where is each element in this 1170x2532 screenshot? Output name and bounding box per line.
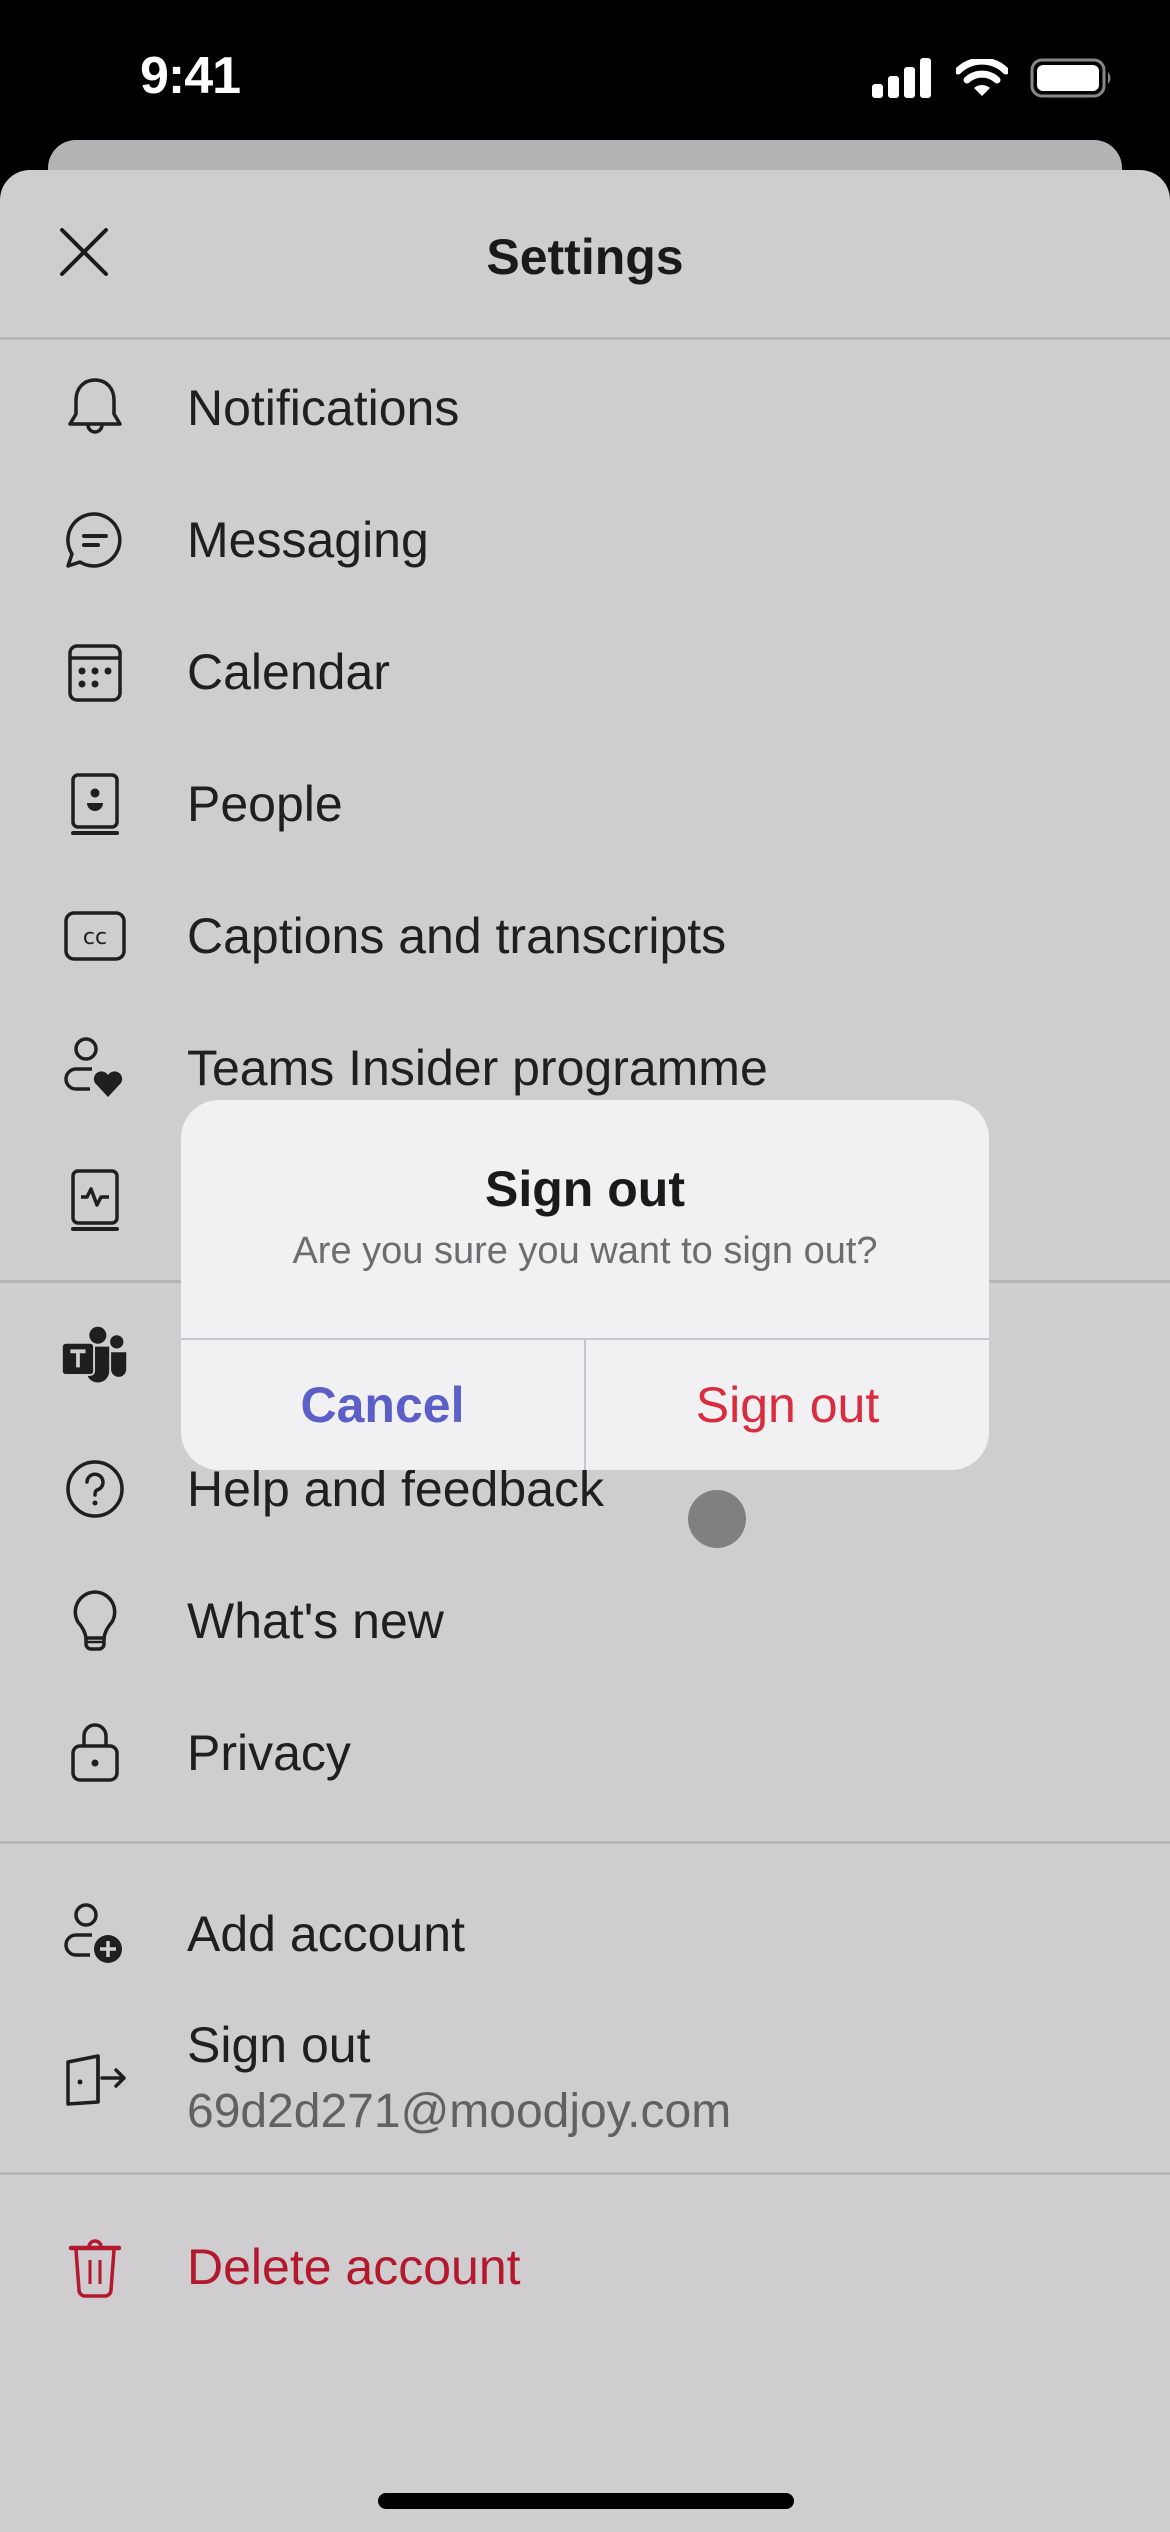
settings-item-delete-account[interactable]: Delete account	[0, 2201, 1170, 2333]
status-bar: 9:41	[0, 0, 1170, 140]
svg-text:cc: cc	[83, 925, 107, 950]
settings-item-label: Privacy	[187, 1725, 351, 1781]
settings-item-whats-new[interactable]: What's new	[0, 1555, 1170, 1687]
calendar-icon	[60, 637, 130, 707]
status-icons	[872, 58, 1114, 98]
contact-book-icon	[60, 769, 130, 839]
person-heart-icon	[60, 1033, 130, 1103]
diagnostics-book-icon	[60, 1165, 130, 1235]
home-indicator[interactable]	[378, 2493, 794, 2509]
settings-item-people[interactable]: People	[0, 738, 1170, 870]
settings-item-label: Messaging	[187, 512, 429, 568]
teams-logo-icon	[60, 1322, 130, 1392]
settings-section-accounts: Add account Sign out 69d2d271@moodjoy.co…	[0, 1844, 1170, 2175]
settings-item-captions[interactable]: cc Captions and transcripts	[0, 870, 1170, 1002]
account-email: 69d2d271@moodjoy.com	[187, 2085, 732, 2138]
dialog-message: Are you sure you want to sign out?	[292, 1230, 878, 1272]
lightbulb-icon	[60, 1586, 130, 1656]
settings-item-label: Notifications	[187, 380, 460, 436]
cancel-button[interactable]: Cancel	[181, 1340, 586, 1470]
settings-item-label: Calendar	[187, 644, 390, 700]
dialog-button-bar: Cancel Sign out	[181, 1338, 989, 1470]
settings-item-privacy[interactable]: Privacy	[0, 1687, 1170, 1819]
chat-bubble-icon	[60, 505, 130, 575]
settings-item-label: What's new	[187, 1593, 444, 1649]
closed-captions-icon: cc	[60, 901, 130, 971]
settings-item-notifications[interactable]: Notifications	[0, 342, 1170, 474]
settings-item-label: Delete account	[187, 2239, 521, 2295]
touch-indicator	[688, 1490, 746, 1548]
settings-item-messaging[interactable]: Messaging	[0, 474, 1170, 606]
settings-item-label: Add account	[187, 1906, 465, 1962]
confirm-sign-out-button[interactable]: Sign out	[586, 1340, 989, 1470]
settings-item-label: Sign out	[187, 2017, 371, 2073]
wifi-icon	[956, 59, 1008, 96]
bell-icon	[60, 373, 130, 443]
person-add-icon	[60, 1899, 130, 1969]
trash-icon	[60, 2232, 130, 2302]
sign-out-door-icon	[60, 2045, 130, 2115]
sign-out-dialog: Sign out Are you sure you want to sign o…	[181, 1100, 989, 1470]
settings-section-danger: Delete account	[0, 2175, 1170, 2333]
settings-item-label: Captions and transcripts	[187, 908, 727, 964]
status-time: 9:41	[140, 47, 241, 105]
settings-item-calendar[interactable]: Calendar	[0, 606, 1170, 738]
settings-item-label: People	[187, 776, 343, 832]
lock-icon	[60, 1718, 130, 1788]
settings-item-add-account[interactable]: Add account	[0, 1872, 1170, 1996]
settings-item-label: Teams Insider programme	[187, 1040, 768, 1096]
settings-item-sign-out[interactable]: Sign out 69d2d271@moodjoy.com	[0, 1996, 1170, 2164]
cellular-signal-icon	[872, 58, 931, 98]
header: Settings	[0, 170, 1170, 340]
page-title: Settings	[486, 229, 684, 285]
dialog-title: Sign out	[485, 1161, 685, 1217]
help-circle-icon	[60, 1454, 130, 1524]
battery-icon	[1030, 58, 1111, 98]
